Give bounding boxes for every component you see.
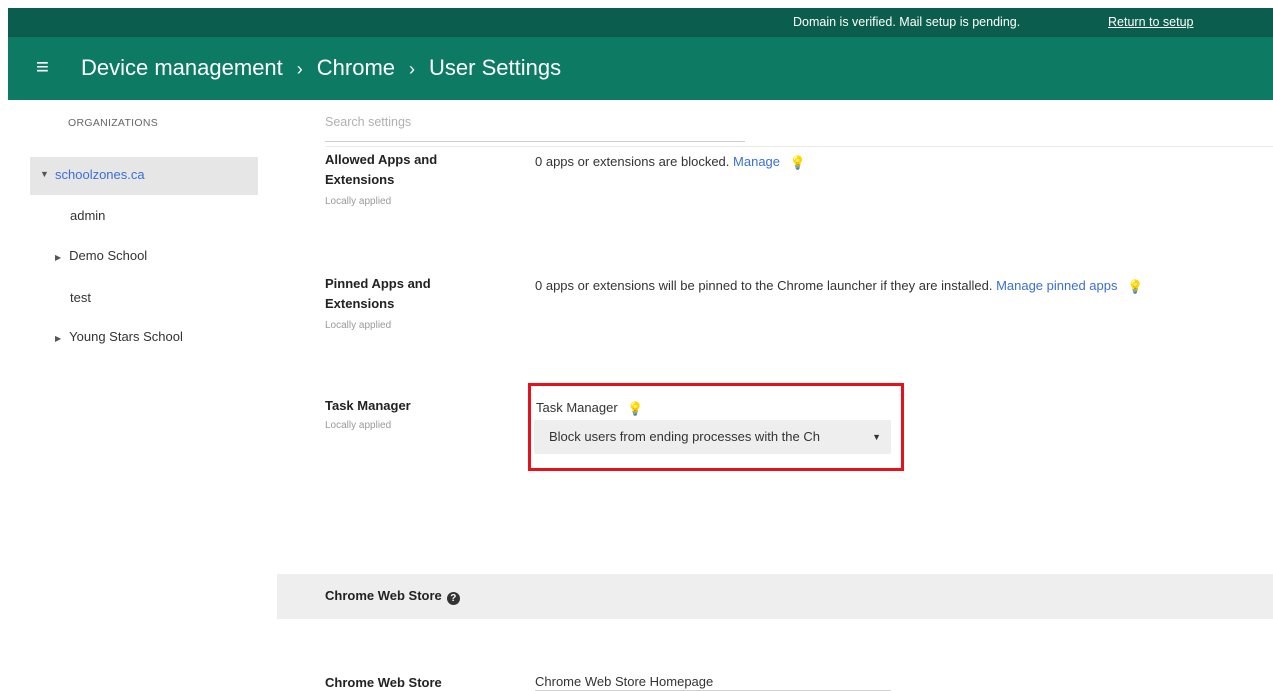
manage-link[interactable]: Manage <box>733 154 780 169</box>
return-to-setup-link[interactable]: Return to setup <box>1108 15 1193 29</box>
org-item-admin[interactable]: admin <box>70 208 105 223</box>
org-item-young-stars-school[interactable]: ▶ Young Stars School <box>55 329 183 344</box>
setting-name-line: Allowed Apps and <box>325 152 438 167</box>
organizations-heading: ORGANIZATIONS <box>68 117 159 129</box>
manage-pinned-apps-link[interactable]: Manage pinned apps <box>996 278 1117 293</box>
breadcrumb-chrome[interactable]: Chrome <box>317 55 395 80</box>
setting-name-allowed-apps: Allowed Apps and Extensions <box>325 150 505 190</box>
org-item-label: admin <box>70 208 106 223</box>
field-label-text: Task Manager <box>536 400 618 415</box>
lightbulb-icon[interactable]: 💡 <box>1127 279 1143 295</box>
caret-right-icon[interactable]: ▶ <box>55 334 61 343</box>
task-manager-field-label: Task Manager 💡 <box>536 400 643 417</box>
caret-down-icon[interactable]: ▼ <box>40 169 49 179</box>
org-item-label: Young Stars School <box>69 329 183 344</box>
setting-name-pinned-apps: Pinned Apps and Extensions <box>325 274 505 314</box>
setting-name-line: Pinned Apps and <box>325 276 431 291</box>
section-title: Chrome Web Store? <box>325 588 460 605</box>
breadcrumb-device-management[interactable]: Device management <box>81 55 283 80</box>
organizations-sidebar: ORGANIZATIONS ▼ schoolzones.ca admin ▶ De… <box>8 100 268 691</box>
setup-status-text: Domain is verified. Mail setup is pendin… <box>793 15 1021 29</box>
org-item-demo-school[interactable]: ▶ Demo School <box>55 248 147 263</box>
settings-panel: Allowed Apps and Extensions Locally appl… <box>277 100 1273 691</box>
setting-sub-task-manager: Locally applied <box>325 420 392 431</box>
org-root-schoolzones[interactable]: ▼ schoolzones.ca <box>30 157 258 195</box>
setting-value-pinned-apps: 0 apps or extensions will be pinned to t… <box>535 278 1143 295</box>
search-settings[interactable] <box>325 113 745 142</box>
setting-name-line: Extensions <box>325 296 395 311</box>
notification-bar: Domain is verified. Mail setup is pendin… <box>8 8 1273 37</box>
setting-sub-pinned-apps: Locally applied <box>325 320 392 331</box>
dropdown-arrow-icon[interactable]: ▼ <box>872 420 881 454</box>
breadcrumb: Device management › Chrome › User Settings <box>81 54 561 83</box>
divider <box>325 146 1273 147</box>
menu-icon[interactable]: ≡ <box>36 52 49 82</box>
breadcrumb-user-settings: User Settings <box>429 55 562 80</box>
org-item-test[interactable]: test <box>70 290 91 305</box>
search-input[interactable] <box>325 115 745 129</box>
select-value: Block users from ending processes with t… <box>549 429 820 444</box>
setting-value-text: 0 apps or extensions are blocked. <box>535 154 730 169</box>
help-icon[interactable]: ? <box>446 592 460 605</box>
setting-name-task-manager: Task Manager <box>325 398 411 413</box>
setting-value-allowed-apps: 0 apps or extensions are blocked. Manage… <box>535 154 806 171</box>
caret-right-icon[interactable]: ▶ <box>55 253 61 262</box>
lightbulb-icon[interactable]: 💡 <box>790 155 806 171</box>
lightbulb-icon[interactable]: 💡 <box>627 401 643 417</box>
org-item-label: test <box>70 290 91 305</box>
section-header-chrome-web-store: Chrome Web Store? <box>277 574 1273 619</box>
org-root-label: schoolzones.ca <box>55 167 145 182</box>
setting-name-chrome-web-store: Chrome Web Store <box>325 675 442 690</box>
chevron-right-icon: › <box>409 59 416 79</box>
section-title-text: Chrome Web Store <box>325 588 442 603</box>
setting-sub-allowed-apps: Locally applied <box>325 196 392 207</box>
setting-value-text: 0 apps or extensions will be pinned to t… <box>535 278 993 293</box>
task-manager-select[interactable]: Block users from ending processes with t… <box>534 420 891 454</box>
chevron-right-icon: › <box>296 59 303 79</box>
setting-name-line: Extensions <box>325 172 395 187</box>
chrome-web-store-select[interactable]: Chrome Web Store Homepage <box>535 674 713 689</box>
org-item-label: Demo School <box>69 248 148 263</box>
app-header: ≡ Device management › Chrome › User Settings <box>8 37 1273 100</box>
